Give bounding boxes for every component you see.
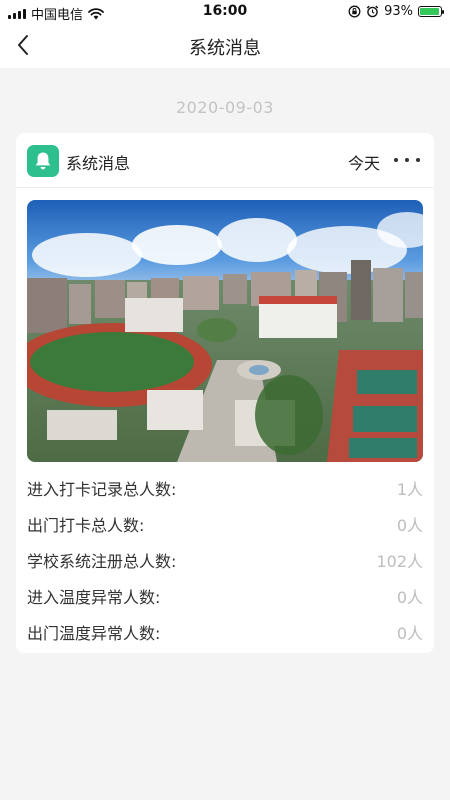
app-icon: [27, 145, 59, 177]
card-time: 今天: [347, 154, 380, 173]
stat-label: 学校系统注册总人数:: [27, 552, 177, 571]
stat-row: 学校系统注册总人数: 102人: [27, 541, 423, 577]
stat-label: 出门打卡总人数:: [27, 516, 145, 535]
message-card[interactable]: 系统消息 今天 进入打卡记录总人数: 1人 出门打卡总人数: 0人 学校系统注册…: [16, 133, 434, 653]
stat-label: 进入温度异常人数:: [27, 588, 161, 607]
orientation-lock-icon: [348, 5, 361, 18]
stat-row: 进入打卡记录总人数: 1人: [27, 469, 423, 505]
card-header: 系统消息 今天: [16, 133, 434, 188]
stat-value: 0人: [396, 624, 423, 643]
navigation-bar: 系统消息: [0, 22, 450, 68]
alarm-icon: [366, 5, 379, 18]
campus-illustration: [27, 200, 423, 462]
stat-label: 进入打卡记录总人数:: [27, 480, 177, 499]
stats-list: 进入打卡记录总人数: 1人 出门打卡总人数: 0人 学校系统注册总人数: 102人 进入温度…: [27, 469, 423, 649]
battery-level: [420, 8, 439, 15]
stat-row: 进入温度异常人数: 0人: [27, 577, 423, 613]
stat-value: 1人: [396, 480, 423, 499]
stat-value: 0人: [396, 588, 423, 607]
more-dot: [394, 158, 398, 162]
bell-icon: [35, 152, 51, 170]
stat-label: 出门温度异常人数:: [27, 624, 161, 643]
status-bar: 中国电信 16:00 93%: [0, 0, 450, 23]
page-title: 系统消息: [189, 38, 261, 59]
more-dot: [416, 158, 420, 162]
stat-value: 102人: [376, 552, 423, 571]
campus-aerial-photo[interactable]: [27, 200, 423, 462]
message-date: 2020-09-03: [176, 98, 274, 117]
battery-icon: [418, 6, 444, 17]
more-options-button[interactable]: [394, 153, 420, 167]
stat-row: 出门打卡总人数: 0人: [27, 505, 423, 541]
stat-row: 出门温度异常人数: 0人: [27, 613, 423, 649]
stat-value: 0人: [396, 516, 423, 535]
battery-percentage: 93%: [384, 4, 413, 19]
card-title: 系统消息: [66, 154, 131, 173]
status-right: 93%: [348, 4, 444, 19]
more-dot: [405, 158, 409, 162]
